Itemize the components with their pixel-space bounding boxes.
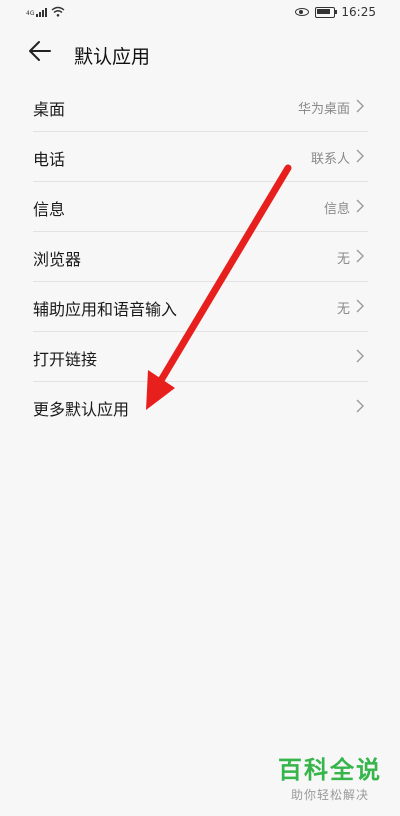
list-item-value: 华为桌面 [297,102,350,117]
list-item-value: 联系人 [310,152,350,167]
eye-comfort-icon [295,8,310,16]
list-item-label: 浏览器 [33,250,82,269]
watermark-title: 百科全说 [278,756,382,784]
list-item-messages[interactable]: 信息 信息 [33,182,368,232]
chevron-right-icon [356,299,364,313]
list-item-value: 信息 [323,202,350,217]
list-item-phone[interactable]: 电话 联系人 [33,132,368,182]
list-item-label: 电话 [33,150,66,169]
watermark-subtitle: 助你轻松解决 [290,788,369,802]
list-item-label: 打开链接 [33,350,98,369]
network-type: 4G [26,10,35,17]
list-item-label: 辅助应用和语音输入 [33,300,178,319]
chevron-right-icon [356,99,364,113]
signal-icon [36,7,48,17]
chevron-right-icon [356,199,364,213]
list-item-value: 无 [336,252,350,267]
list-item-browser[interactable]: 浏览器 无 [33,232,368,282]
chevron-right-icon [356,149,364,163]
list-item-label: 桌面 [33,100,66,119]
chevron-right-icon [356,349,364,363]
chevron-right-icon [356,399,364,413]
list-item-assist-voice[interactable]: 辅助应用和语音输入 无 [33,282,368,332]
watermark: 百科全说 助你轻松解决 [278,756,382,803]
status-right: 16:25 [295,5,376,19]
chevron-right-icon [356,249,364,263]
list-item-value: 无 [336,302,350,317]
list-item-more-defaults[interactable]: 更多默认应用 [33,382,368,431]
status-left: 4G [26,6,65,17]
back-arrow-icon [29,41,51,61]
battery-icon [315,6,338,18]
status-time: 16:25 [341,5,376,19]
list-item-open-links[interactable]: 打开链接 [33,332,368,382]
wifi-icon [52,6,65,17]
list-item-label: 更多默认应用 [33,400,130,419]
back-button[interactable] [28,40,60,70]
list-item-label: 信息 [33,200,66,219]
list-item-desktop[interactable]: 桌面 华为桌面 [33,82,368,132]
header: 默认应用 [0,30,400,80]
page-title: 默认应用 [74,46,151,68]
settings-list: 桌面 华为桌面 电话 联系人 信息 信息 浏览器 无 辅助应用和语音输入 无 打… [33,82,368,431]
status-bar: 4G 16:25 [0,0,400,28]
